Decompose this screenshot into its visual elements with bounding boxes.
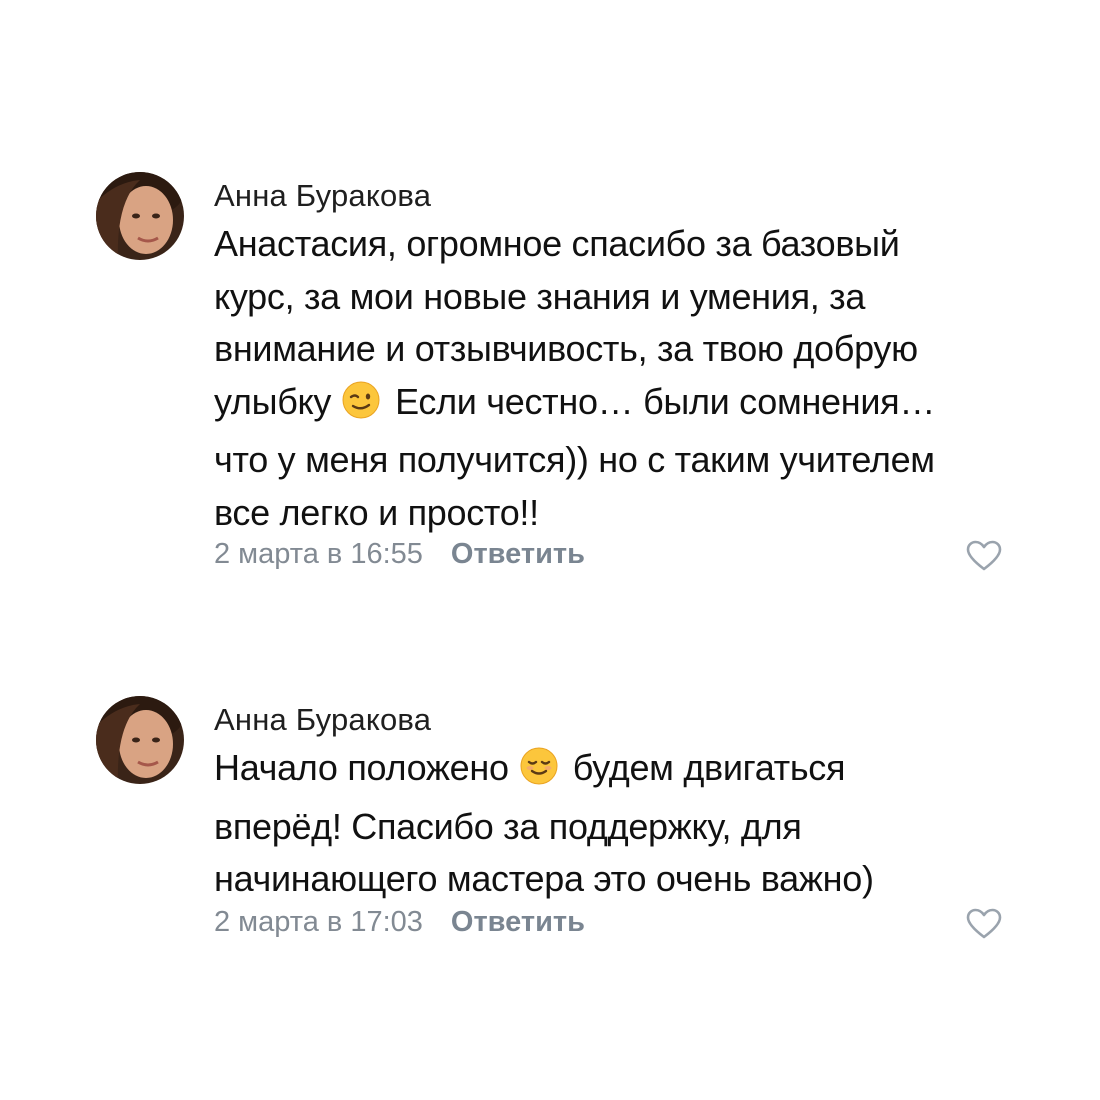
comment-line-text: Начало положено xyxy=(214,747,509,788)
comment-line-text: будем двигаться xyxy=(572,747,846,788)
comment-text: Анастасия, огромное спасибо за базовый к… xyxy=(214,218,1014,540)
comment-line: все легко и просто!! xyxy=(214,491,539,533)
comment-line: Начало положено будем двигаться xyxy=(214,742,1014,801)
comment-line-text: улыбку xyxy=(214,380,332,422)
avatar[interactable] xyxy=(96,172,184,260)
comment-line-text: Если честно… были сомнения… xyxy=(395,380,936,422)
heart-outline-icon xyxy=(966,540,1002,571)
comment-date[interactable]: 2 марта в 16:55 xyxy=(214,538,423,570)
comment-date[interactable]: 2 марта в 17:03 xyxy=(214,906,423,938)
comment-line: начинающего мастера это очень важно) xyxy=(214,858,874,900)
like-button[interactable] xyxy=(966,908,1002,940)
reply-button[interactable]: Ответить xyxy=(451,538,585,570)
comment-line: что у меня получится)) но с таким учител… xyxy=(214,439,935,481)
avatar[interactable] xyxy=(96,696,184,784)
reply-button[interactable]: Ответить xyxy=(451,906,585,938)
comment-line: внимание и отзывчивость, за твою добрую xyxy=(214,328,918,370)
heart-outline-icon xyxy=(966,908,1002,939)
winking-face-emoji xyxy=(341,380,381,435)
comment-author[interactable]: Анна Буракова xyxy=(214,178,431,214)
comment-meta: 2 марта в 17:03 Ответить xyxy=(214,906,585,939)
like-button[interactable] xyxy=(966,540,1002,572)
comment-line: улыбку Если честно… были сомнения… xyxy=(214,376,1014,435)
comment-line: вперёд! Спасибо за поддержку, для xyxy=(214,805,802,847)
comment-line: Анастасия, огромное спасибо за базовый xyxy=(214,223,900,264)
comment-text: Начало положено будем двигаться вперёд! С… xyxy=(214,742,1014,906)
smiling-face-emoji xyxy=(519,746,559,801)
comment-line: курс, за мои новые знания и умения, за xyxy=(214,275,866,317)
comment-meta: 2 марта в 16:55 Ответить xyxy=(214,538,585,571)
comment-author[interactable]: Анна Буракова xyxy=(214,702,431,738)
